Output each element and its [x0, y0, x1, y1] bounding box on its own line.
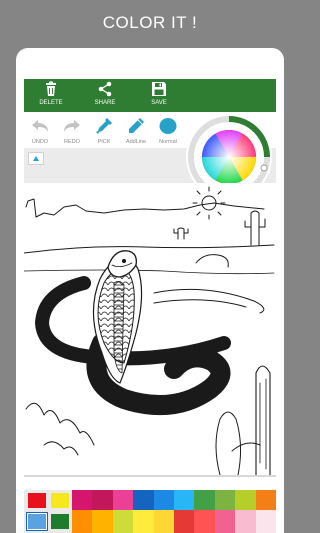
save-button[interactable]: SAVE	[132, 79, 186, 112]
palette-fixed-swatches	[24, 490, 72, 533]
palette-swatch[interactable]	[153, 510, 174, 533]
pencil-icon	[129, 118, 144, 133]
palette-grid	[72, 490, 276, 533]
grass-tuft	[25, 402, 95, 446]
cactus-left	[173, 227, 189, 240]
trash-icon	[46, 81, 56, 96]
redo-icon	[64, 120, 80, 132]
coloring-canvas[interactable]	[24, 183, 276, 475]
swatch-red[interactable]	[28, 493, 46, 508]
palette-swatch[interactable]	[92, 490, 113, 510]
redo-label: REDO	[64, 139, 80, 145]
app-banner-title: COLOR IT !	[102, 13, 198, 32]
collapse-button[interactable]	[28, 152, 44, 165]
brush-dot-icon	[159, 118, 177, 134]
color-palette	[24, 490, 276, 533]
palette-swatch[interactable]	[255, 490, 276, 510]
palette-swatch[interactable]	[112, 490, 134, 510]
share-icon	[98, 81, 112, 97]
share-button[interactable]: SHARE	[78, 79, 132, 112]
canvas-divider	[24, 475, 276, 477]
sun-drawing	[192, 186, 226, 220]
save-icon	[152, 82, 166, 96]
swatch-yellow[interactable]	[51, 493, 69, 508]
pick-color-button[interactable]: PICK	[88, 112, 120, 148]
cactus-tall	[255, 365, 271, 475]
normal-brush-button[interactable]: Normal	[152, 112, 184, 148]
cactus-right	[244, 210, 266, 246]
palette-swatch[interactable]	[214, 510, 236, 533]
undo-icon	[32, 120, 48, 132]
palette-swatch[interactable]	[255, 510, 276, 533]
undo-button[interactable]: UNDO	[24, 112, 56, 148]
save-label: SAVE	[151, 100, 167, 106]
palette-swatch[interactable]	[194, 490, 215, 510]
palette-swatch[interactable]	[173, 510, 195, 533]
swatch-dark-green[interactable]	[51, 514, 69, 529]
desert-mountain-outline	[25, 198, 265, 218]
normal-label: Normal	[159, 139, 177, 145]
palette-swatch[interactable]	[235, 510, 256, 533]
palette-swatch[interactable]	[235, 490, 256, 510]
palette-swatch[interactable]	[112, 510, 134, 533]
cobra-eye	[121, 258, 127, 264]
share-label: SHARE	[94, 100, 116, 106]
horizon-line	[24, 244, 275, 254]
palette-swatch[interactable]	[194, 510, 215, 533]
rock-drawing	[195, 254, 229, 268]
swatch-light-blue[interactable]	[27, 513, 47, 530]
color-wheel-handle[interactable]	[260, 164, 268, 172]
chevron-up-icon	[33, 156, 39, 161]
palette-swatch[interactable]	[214, 490, 236, 510]
palette-swatch[interactable]	[173, 490, 195, 510]
palette-swatch[interactable]	[133, 490, 154, 510]
palette-swatch[interactable]	[92, 510, 113, 533]
redo-button[interactable]: REDO	[56, 112, 88, 148]
eyedropper-icon	[96, 118, 112, 134]
delete-label: DELETE	[39, 100, 63, 106]
add-line-label: AddLine	[125, 139, 147, 145]
pick-label: PICK	[97, 139, 111, 145]
palette-swatch[interactable]	[133, 510, 154, 533]
palette-swatch[interactable]	[72, 510, 93, 533]
palette-swatch[interactable]	[153, 490, 174, 510]
ground-line	[24, 269, 275, 275]
add-line-button[interactable]: AddLine	[120, 112, 152, 148]
action-toolbar: DELETE SHARE SAVE	[24, 79, 276, 112]
palette-swatch[interactable]	[72, 490, 93, 510]
color-wheel-center-fade	[202, 130, 256, 184]
cactus-prickly-pear	[215, 411, 242, 475]
undo-label: UNDO	[31, 139, 49, 145]
delete-button[interactable]: DELETE	[24, 79, 78, 112]
